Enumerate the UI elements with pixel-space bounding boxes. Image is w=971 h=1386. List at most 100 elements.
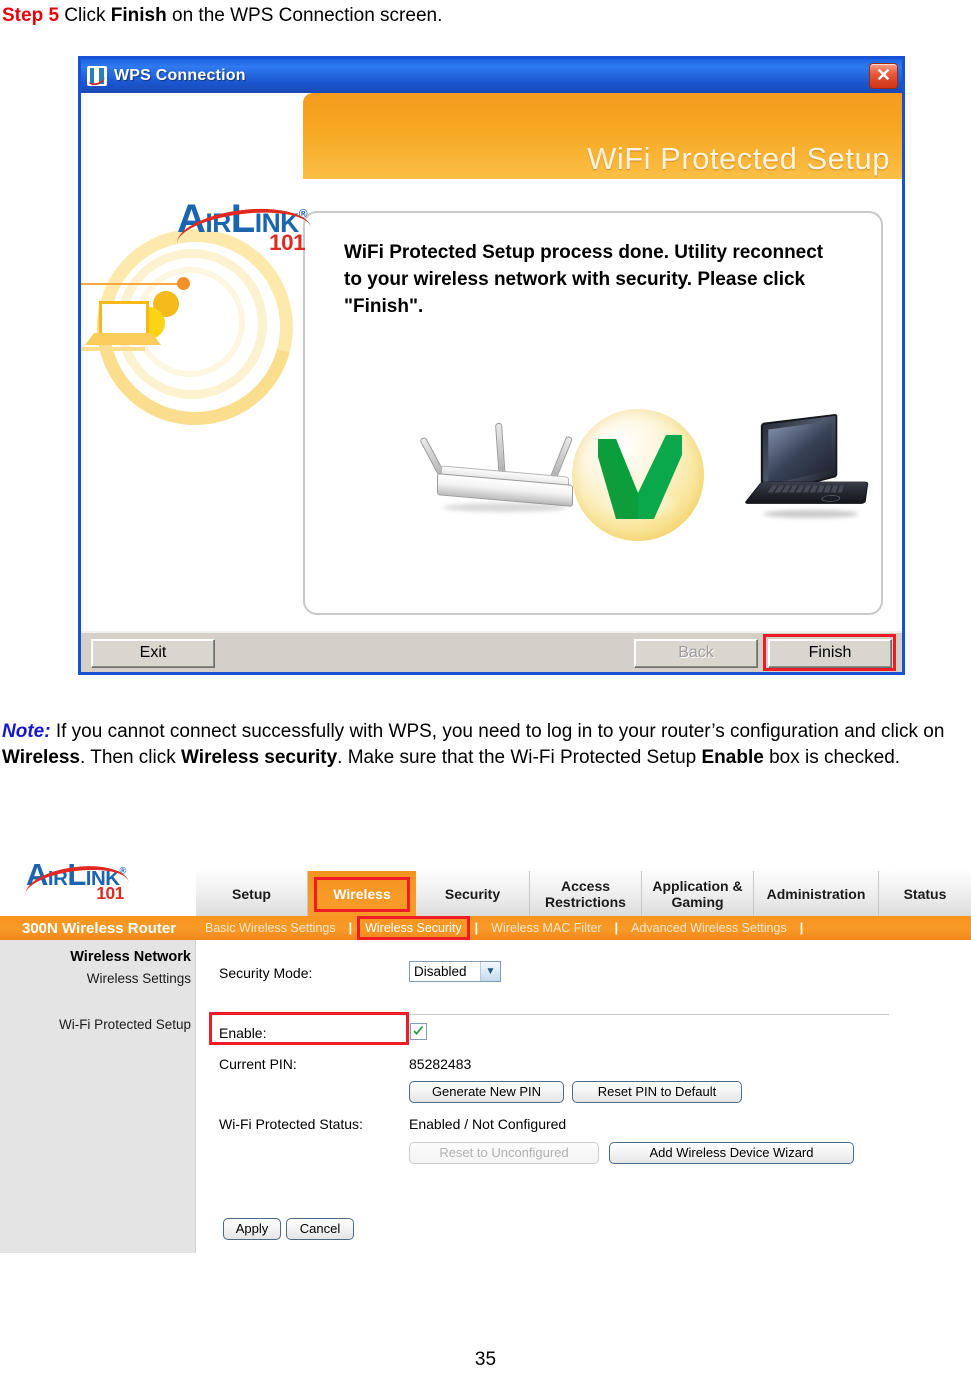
wifi-protected-status-label: Wi-Fi Protected Status: (219, 1116, 363, 1132)
close-icon[interactable]: ✕ (869, 63, 898, 89)
wps-dialog-footer: Exit Back Finish (81, 631, 902, 672)
step-heading: Step 5 Click Finish on the WPS Connectio… (2, 4, 442, 28)
subtab-advanced-wireless-settings-label: Advanced Wireless Settings (631, 921, 787, 935)
logo-101: 101 (269, 229, 306, 255)
tab-security-label: Security (444, 885, 501, 902)
security-mode-select[interactable]: Disabled ▼ (409, 961, 501, 982)
router-subnav-links: Basic Wireless Settings | Wireless Secur… (196, 916, 807, 940)
router-logo-letter-a: A (26, 857, 48, 892)
add-wireless-device-wizard-button[interactable]: Add Wireless Device Wizard (609, 1142, 854, 1164)
tab-access-restrictions[interactable]: Access Restrictions (530, 871, 642, 916)
tab-application-gaming[interactable]: Application & Gaming (642, 871, 754, 916)
airlink-logo-router: AIRLINK® 101 (23, 857, 129, 903)
note-part4: box is checked. (763, 747, 901, 768)
subtab-wireless-security[interactable]: Wireless Security (356, 916, 471, 940)
tab-wireless[interactable]: Wireless (308, 871, 416, 916)
subnav-separator: | (799, 921, 804, 935)
back-button: Back (634, 639, 758, 668)
router-sidebar: Wireless Network Wireless Settings Wi-Fi… (0, 940, 196, 1253)
note-bold-enable: Enable (701, 747, 764, 768)
tab-setup-label: Setup (232, 885, 271, 902)
wps-titlebar: WPS Connection ✕ (81, 59, 902, 93)
page-number: 35 (474, 1349, 497, 1370)
apply-button[interactable]: Apply (223, 1218, 281, 1240)
sidebar-title: Wireless Network (70, 949, 191, 965)
tab-status-label: Status (903, 885, 947, 902)
enable-label: Enable: (219, 1025, 267, 1041)
airlink-logo-dialog: AIRLINK® 101 (173, 197, 312, 255)
laptop-image (743, 413, 875, 528)
router-logo-101: 101 (96, 882, 124, 903)
sidebar-item-wifi-protected-setup[interactable]: Wi-Fi Protected Setup (0, 1017, 191, 1032)
subtab-basic-wireless-settings[interactable]: Basic Wireless Settings (196, 920, 345, 936)
wps-window-title: WPS Connection (114, 67, 246, 84)
note-bold-wireless-security: Wireless security (181, 747, 338, 768)
tab-administration-label: Administration (766, 885, 866, 902)
airlink-app-icon (87, 66, 107, 86)
subnav-separator: | (614, 921, 619, 935)
chevron-down-icon: ▼ (480, 962, 500, 981)
generate-new-pin-button[interactable]: Generate New PIN (409, 1081, 564, 1103)
step-label: Step 5 (2, 5, 60, 26)
router-config-screenshot: AIRLINK® 101 Setup Wireless Security Acc… (0, 851, 971, 1253)
logo-registered-mark: ® (298, 206, 308, 221)
wps-banner-background: WiFi Protected Setup (303, 93, 902, 179)
wireless-signal-laptop-art (81, 193, 329, 461)
subtab-advanced-wireless-settings[interactable]: Advanced Wireless Settings (622, 920, 796, 936)
wps-enable-checkbox[interactable] (410, 1023, 427, 1040)
logo-ir: IR (205, 208, 231, 238)
note-paragraph: Note: If you cannot connect successfully… (2, 719, 970, 771)
wps-status-message: WiFi Protected Setup process done. Utili… (344, 242, 824, 317)
wps-dialog-body: WiFi Protected Setup AIRLINK® 101 WiFi P… (81, 93, 902, 639)
tab-status[interactable]: Status (879, 871, 971, 916)
current-pin-label: Current PIN: (219, 1056, 297, 1072)
note-part1: If you cannot connect successfully with … (50, 721, 945, 742)
logo-letter-l: L (230, 197, 255, 241)
note-label: Note: (2, 721, 51, 742)
step-bold-word: Finish (110, 5, 167, 26)
exit-button[interactable]: Exit (91, 639, 215, 668)
router-logo-registered-mark: ® (119, 865, 126, 876)
security-mode-value: Disabled (414, 964, 467, 979)
tab-access-restrictions-label: Access Restrictions (545, 877, 626, 910)
reset-pin-to-default-button[interactable]: Reset PIN to Default (572, 1081, 742, 1103)
tab-wireless-label: Wireless (333, 885, 391, 902)
current-pin-value: 85282483 (409, 1056, 472, 1072)
finish-button[interactable]: Finish (768, 639, 892, 668)
router-subnav-bar: 300N Wireless Router Basic Wireless Sett… (0, 916, 971, 940)
router-image (419, 421, 583, 527)
tab-application-gaming-label: Application & Gaming (652, 877, 743, 910)
router-main-tabs: Setup Wireless Security Access Restricti… (196, 871, 971, 916)
wifi-protected-status-value: Enabled / Not Configured (409, 1116, 567, 1132)
wps-banner-title: WiFi Protected Setup (587, 141, 890, 176)
checkmark-icon (594, 431, 682, 519)
subnav-separator: | (348, 921, 353, 935)
note-part3: . Make sure that the Wi-Fi Protected Set… (337, 747, 702, 768)
subtab-wireless-mac-filter-label: Wireless MAC Filter (491, 921, 602, 935)
cancel-button[interactable]: Cancel (286, 1218, 354, 1240)
wps-connection-window: WPS Connection ✕ WiFi Protected Setup AI… (78, 56, 905, 675)
note-part2: . Then click (80, 747, 182, 768)
tab-setup[interactable]: Setup (196, 871, 308, 916)
subtab-wireless-mac-filter[interactable]: Wireless MAC Filter (482, 920, 610, 936)
tab-security[interactable]: Security (416, 871, 530, 916)
router-model-label: 300N Wireless Router (22, 919, 177, 937)
router-logo-letter-l: L (67, 857, 86, 892)
green-check-badge (572, 409, 704, 541)
router-header: AIRLINK® 101 Setup Wireless Security Acc… (0, 851, 971, 916)
note-bold-wireless: Wireless (2, 747, 80, 768)
subtab-basic-wireless-settings-label: Basic Wireless Settings (205, 921, 336, 935)
subtab-wireless-security-label: Wireless Security (365, 921, 462, 935)
step-text-before: Click (59, 5, 111, 26)
subnav-separator: | (474, 921, 479, 935)
logo-letter-a: A (177, 197, 206, 241)
security-mode-label: Security Mode: (219, 965, 313, 981)
wps-content-panel: WiFi Protected Setup process done. Utili… (303, 211, 883, 615)
step-text-after: on the WPS Connection screen. (166, 5, 443, 26)
wps-banner: WiFi Protected Setup (81, 93, 902, 179)
reset-to-unconfigured-button: Reset to Unconfigured (409, 1142, 599, 1164)
section-divider (219, 1014, 889, 1015)
sidebar-item-wireless-settings[interactable]: Wireless Settings (0, 971, 191, 986)
router-logo-ir: IR (47, 867, 68, 890)
tab-administration[interactable]: Administration (754, 871, 879, 916)
